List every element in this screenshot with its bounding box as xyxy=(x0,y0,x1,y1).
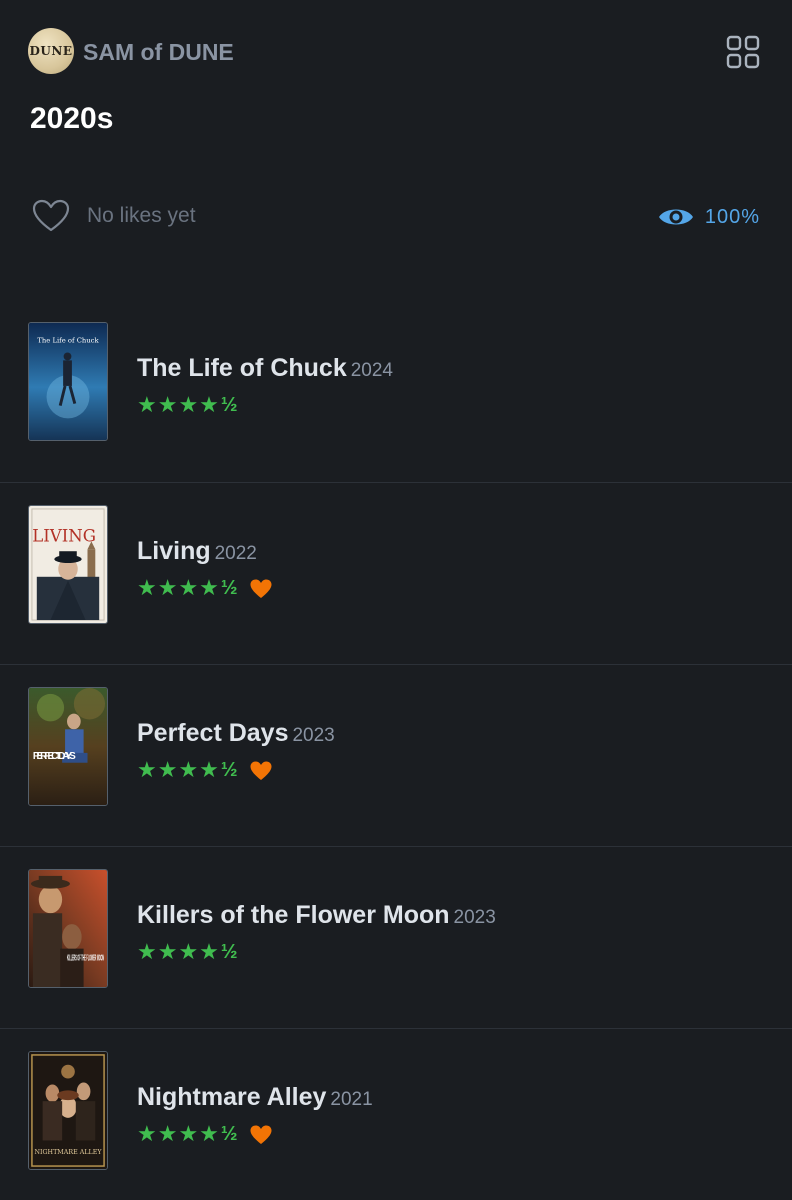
rating-half-star: ½ xyxy=(220,394,238,416)
film-row[interactable]: LIVING Living 2022 ★★★★ ½ xyxy=(0,482,792,664)
film-year[interactable]: 2021 xyxy=(330,1089,372,1110)
rating-stars: ★★★★ xyxy=(137,758,220,783)
avatar[interactable]: DUNE xyxy=(28,28,74,74)
film-meta: ★★★★ ½ xyxy=(137,393,393,418)
film-row[interactable]: NIGHTMARE ALLEY Nightmare Alley 2021 ★★★★… xyxy=(0,1028,792,1200)
rating-half-star: ½ xyxy=(220,577,238,599)
film-year[interactable]: 2023 xyxy=(454,907,496,928)
film-meta: ★★★★ ½ xyxy=(137,1122,373,1147)
film-row[interactable]: The Life of Chuck The Life of Chuck 2024 … xyxy=(0,300,792,482)
film-info: The Life of Chuck 2024 ★★★★ ½ xyxy=(137,354,393,418)
film-poster[interactable]: KILLERS OF THE FLOWER MOON xyxy=(28,869,108,988)
rating-stars: ★★★★ xyxy=(137,1122,220,1147)
likes-count-text: No likes yet xyxy=(87,204,196,227)
eye-icon xyxy=(658,209,693,225)
film-title[interactable]: Killers of the Flower Moon xyxy=(137,901,450,929)
rating-stars: ★★★★ xyxy=(137,576,220,601)
film-poster[interactable]: NIGHTMARE ALLEY xyxy=(28,1051,108,1170)
film-year[interactable]: 2024 xyxy=(351,360,393,381)
poster-title-text: KILLERS OF THE FLOWER MOON xyxy=(67,953,104,962)
watched-percent: 100% xyxy=(704,205,760,228)
poster-title-text: LIVING xyxy=(32,526,96,545)
rating-half-star: ½ xyxy=(220,941,238,963)
watched-progress[interactable]: 100% xyxy=(657,200,760,234)
film-year[interactable]: 2022 xyxy=(215,543,257,564)
film-row[interactable]: KILLERS OF THE FLOWER MOON Killers of th… xyxy=(0,846,792,1028)
film-poster[interactable]: PERFECT DAYS xyxy=(28,687,108,806)
film-meta: ★★★★ ½ xyxy=(137,758,335,783)
film-list: The Life of Chuck The Life of Chuck 2024 … xyxy=(0,300,792,1200)
film-title[interactable]: Perfect Days xyxy=(137,719,288,747)
poster-title-text: NIGHTMARE ALLEY xyxy=(34,1149,102,1156)
film-year[interactable]: 2023 xyxy=(292,725,334,746)
film-poster[interactable]: LIVING xyxy=(28,505,108,624)
rating-stars: ★★★★ xyxy=(137,940,220,965)
film-meta: ★★★★ ½ xyxy=(137,940,496,965)
list-page: DUNE SAM of DUNE 2020s No likes yet 100% xyxy=(0,0,792,1200)
liked-heart-icon xyxy=(250,761,272,780)
film-poster[interactable]: The Life of Chuck xyxy=(28,322,108,441)
avatar-logo-text: DUNE xyxy=(29,44,73,58)
list-stats: No likes yet 100% xyxy=(32,196,760,238)
rating-half-star: ½ xyxy=(220,1123,238,1145)
rating-stars: ★★★★ xyxy=(137,393,220,418)
film-row[interactable]: PERFECT DAYS Perfect Days 2023 ★★★★ ½ xyxy=(0,664,792,846)
film-title[interactable]: Living xyxy=(137,537,211,565)
header: DUNE SAM of DUNE xyxy=(28,28,764,76)
poster-title-text: The Life of Chuck xyxy=(37,337,99,345)
liked-heart-icon xyxy=(250,1125,272,1144)
film-info: Nightmare Alley 2021 ★★★★ ½ xyxy=(137,1083,373,1147)
film-title[interactable]: Nightmare Alley xyxy=(137,1083,326,1111)
film-info: Perfect Days 2023 ★★★★ ½ xyxy=(137,719,335,783)
film-info: Living 2022 ★★★★ ½ xyxy=(137,537,272,601)
poster-title-text: PERFECT DAYS xyxy=(33,751,76,762)
film-info: Killers of the Flower Moon 2023 ★★★★ ½ xyxy=(137,901,496,965)
username[interactable]: SAM of DUNE xyxy=(83,39,234,66)
list-title: 2020s xyxy=(30,102,114,135)
liked-heart-icon xyxy=(250,579,272,598)
rating-half-star: ½ xyxy=(220,759,238,781)
film-title[interactable]: The Life of Chuck xyxy=(137,354,347,382)
grid-view-icon[interactable] xyxy=(726,35,760,69)
like-heart-icon[interactable] xyxy=(32,199,70,233)
film-meta: ★★★★ ½ xyxy=(137,576,272,601)
